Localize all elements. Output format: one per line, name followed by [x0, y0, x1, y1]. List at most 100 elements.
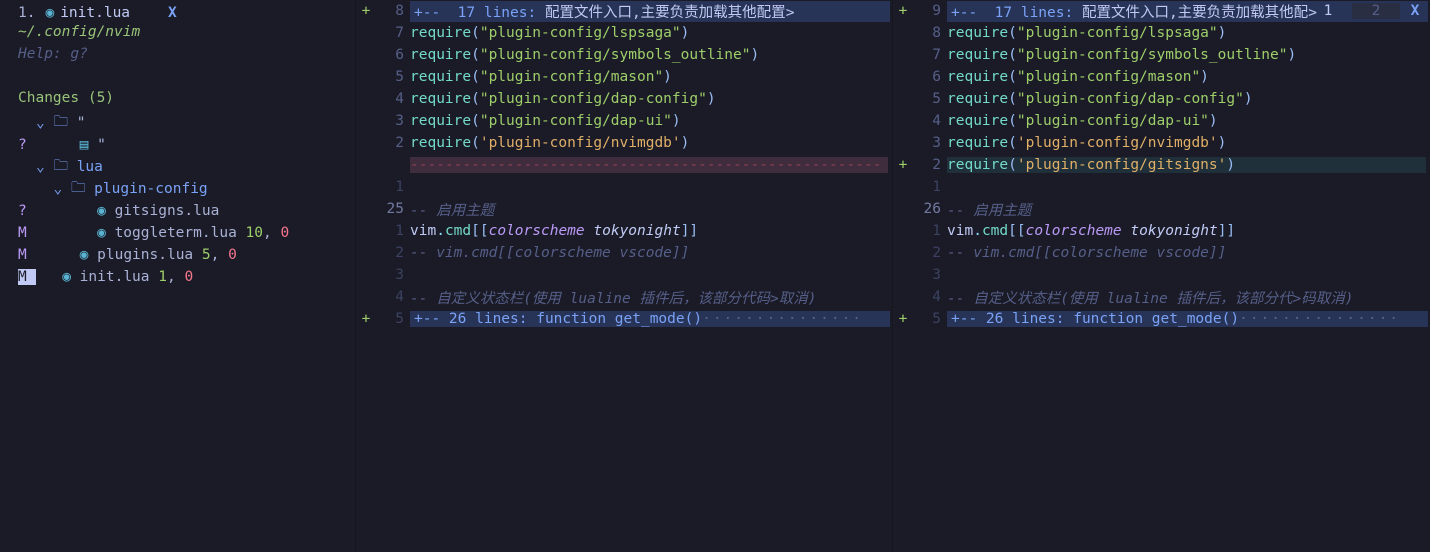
diff-add-count: 10 [246, 225, 263, 241]
fold-marker: + [356, 311, 376, 327]
comment: -- 启用主题 [947, 203, 1031, 219]
keyword-require: require [410, 47, 471, 63]
code-line[interactable]: 8require("plugin-config/lspsaga") [893, 22, 1430, 44]
tree-dir-lua[interactable]: ⌄ 🗀 lua [0, 156, 355, 178]
sidebar: 1. ◉ init.lua X ~/.config/nvim Help: g? … [0, 0, 356, 552]
fold-row[interactable]: +5+-- 26 lines: function get_mode()·····… [893, 308, 1430, 330]
buffer-filename: init.lua [60, 5, 130, 21]
tree-file-plugins[interactable]: M ◉ plugins.lua 5, 0 [0, 244, 355, 266]
code-line[interactable]: 3 [893, 264, 1430, 286]
fold-marker: + [893, 3, 913, 19]
close-icon[interactable]: X [1400, 3, 1430, 19]
keyword-require: require [410, 69, 471, 85]
lua-file-icon: ◉ [62, 269, 79, 285]
tabpage-1[interactable]: 1 [1304, 3, 1352, 19]
code-line[interactable]: 1vim.cmd[[colorscheme tokyonight]] [893, 220, 1430, 242]
code-line[interactable]: 1vim.cmd[[colorscheme tokyonight]] [356, 220, 892, 242]
code-line[interactable]: 26-- 启用主题 [893, 198, 1430, 220]
folder-open-icon: 🗀 [53, 111, 76, 136]
line-number: 1 [913, 223, 947, 239]
string-literal: "plugin-config/dap-ui" [480, 113, 672, 129]
fold-row[interactable]: +5+-- 26 lines: function get_mode()·····… [356, 308, 892, 330]
string-literal: "plugin-config/symbols_outline" [480, 47, 751, 63]
line-number: 3 [913, 267, 947, 283]
code-line[interactable]: 2require('plugin-config/nvimgdb') [356, 132, 892, 154]
line-number: 2 [376, 135, 410, 151]
code-line[interactable]: 7require("plugin-config/symbols_outline"… [893, 44, 1430, 66]
code-line[interactable]: 3require("plugin-config/dap-ui") [356, 110, 892, 132]
fold-text-cn: 配置文件入口,主要负责加载其他配置 [545, 5, 786, 21]
line-number: 3 [376, 267, 410, 283]
method: cmd [445, 223, 471, 239]
line-number: 5 [913, 311, 947, 327]
tree-root[interactable]: ⌄ 🗀 " [0, 112, 355, 134]
tree-file-gitsigns[interactable]: ? ◉ gitsigns.lua [0, 200, 355, 222]
identifier: vim [947, 223, 973, 239]
code-line[interactable]: 4-- 自定义状态栏(使用 lualine 插件后，该部分代>码取消) [893, 286, 1430, 308]
line-number: 5 [376, 69, 410, 85]
status-modified-selected: M [18, 269, 36, 285]
line-number: 7 [913, 47, 947, 63]
cwd-path: ~/.config/nvim [0, 24, 355, 46]
diff-pane-right[interactable]: 1 2 X + 9 +-- 17 lines: 配置文件入口,主要负责加载其他配… [893, 0, 1430, 552]
tree-file-init[interactable]: M ◉ init.lua 1, 0 [0, 266, 355, 288]
fold-text: +-- 26 lines: function get_mode() [414, 311, 702, 327]
code-line[interactable]: 1 [893, 176, 1430, 198]
diff-deleted-line[interactable]: ----------------------------------------… [356, 154, 892, 176]
fold-text: +-- 26 lines: function get_mode() [951, 311, 1239, 327]
code-line[interactable]: 4require("plugin-config/dap-config") [356, 88, 892, 110]
theme-name: tokyonight [1130, 223, 1217, 239]
code-line[interactable]: 2-- vim.cmd[[colorscheme vscode]] [356, 242, 892, 264]
buffer-tab[interactable]: 1. ◉ init.lua X [0, 2, 355, 24]
close-icon[interactable]: X [168, 5, 177, 21]
tree-dir-plugin-config[interactable]: ⌄ 🗀 plugin-config [0, 178, 355, 200]
code-line[interactable]: 4require("plugin-config/dap-ui") [893, 110, 1430, 132]
code-line[interactable]: 25-- 启用主题 [356, 198, 892, 220]
code-line[interactable]: 2-- vim.cmd[[colorscheme vscode]] [893, 242, 1430, 264]
code-line[interactable]: 1 [356, 176, 892, 198]
code-line[interactable]: 3 [356, 264, 892, 286]
keyword-require: require [410, 91, 471, 107]
diff-del-count: 0 [228, 247, 237, 263]
code-line[interactable]: 6require("plugin-config/mason") [893, 66, 1430, 88]
tree-file-toggleterm[interactable]: M ◉ toggleterm.lua 10, 0 [0, 222, 355, 244]
keyword-require: require [947, 69, 1008, 85]
line-number: 3 [376, 113, 410, 129]
changes-header: Changes (5) [0, 90, 355, 112]
diff-del-count: 0 [184, 269, 193, 285]
line-number: 8 [913, 25, 947, 41]
code-line[interactable]: 5require("plugin-config/mason") [356, 66, 892, 88]
string-literal: "plugin-config/dap-config" [480, 91, 707, 107]
code-line[interactable]: 3require('plugin-config/nvimgdb') [893, 132, 1430, 154]
status-untracked: ? [18, 203, 36, 219]
line-number: 25 [376, 201, 410, 217]
code-line[interactable]: 6require("plugin-config/symbols_outline"… [356, 44, 892, 66]
diff-added-line[interactable]: +2require('plugin-config/gitsigns') [893, 154, 1430, 176]
fold-text: +-- 17 lines: [414, 5, 545, 21]
lua-file-icon: ◉ [80, 247, 97, 263]
keyword-require: require [947, 47, 1008, 63]
tabpage-2[interactable]: 2 [1352, 3, 1400, 19]
line-number: 8 [376, 3, 410, 19]
line-number: 26 [913, 201, 947, 217]
file-icon: ▤ [80, 137, 97, 153]
buffer-number: 1. [18, 5, 35, 21]
keyword-require: require [410, 25, 471, 41]
code-line[interactable]: 4-- 自定义状态栏(使用 lualine 插件后，该部分代码>取消) [356, 286, 892, 308]
lua-file-icon: ◉ [45, 5, 54, 21]
fold-text: +-- 17 lines: [951, 5, 1082, 21]
fold-row[interactable]: + 8 +-- 17 lines: 配置文件入口,主要负责加载其他配置> [356, 0, 892, 22]
line-number: 4 [376, 289, 410, 305]
string-literal: 'plugin-config/nvimgdb' [1017, 135, 1218, 151]
comment: -- 自定义状态栏(使用 lualine 插件后，该部分代>码取消) [947, 291, 1353, 307]
string-literal: "plugin-config/dap-ui" [1017, 113, 1209, 129]
fold-arrow: > [786, 5, 795, 21]
diff-pane-left[interactable]: + 8 +-- 17 lines: 配置文件入口,主要负责加载其他配置> 7re… [356, 0, 893, 552]
tree-item-quote[interactable]: ? ▤ " [0, 134, 355, 156]
line-number: 2 [913, 245, 947, 261]
fold-marker: + [356, 3, 376, 19]
fold-text-cn: 配置文件入口,主要负责加载其他配 [1082, 5, 1308, 21]
line-number: 4 [913, 289, 947, 305]
code-line[interactable]: 5require("plugin-config/dap-config") [893, 88, 1430, 110]
code-line[interactable]: 7require("plugin-config/lspsaga") [356, 22, 892, 44]
